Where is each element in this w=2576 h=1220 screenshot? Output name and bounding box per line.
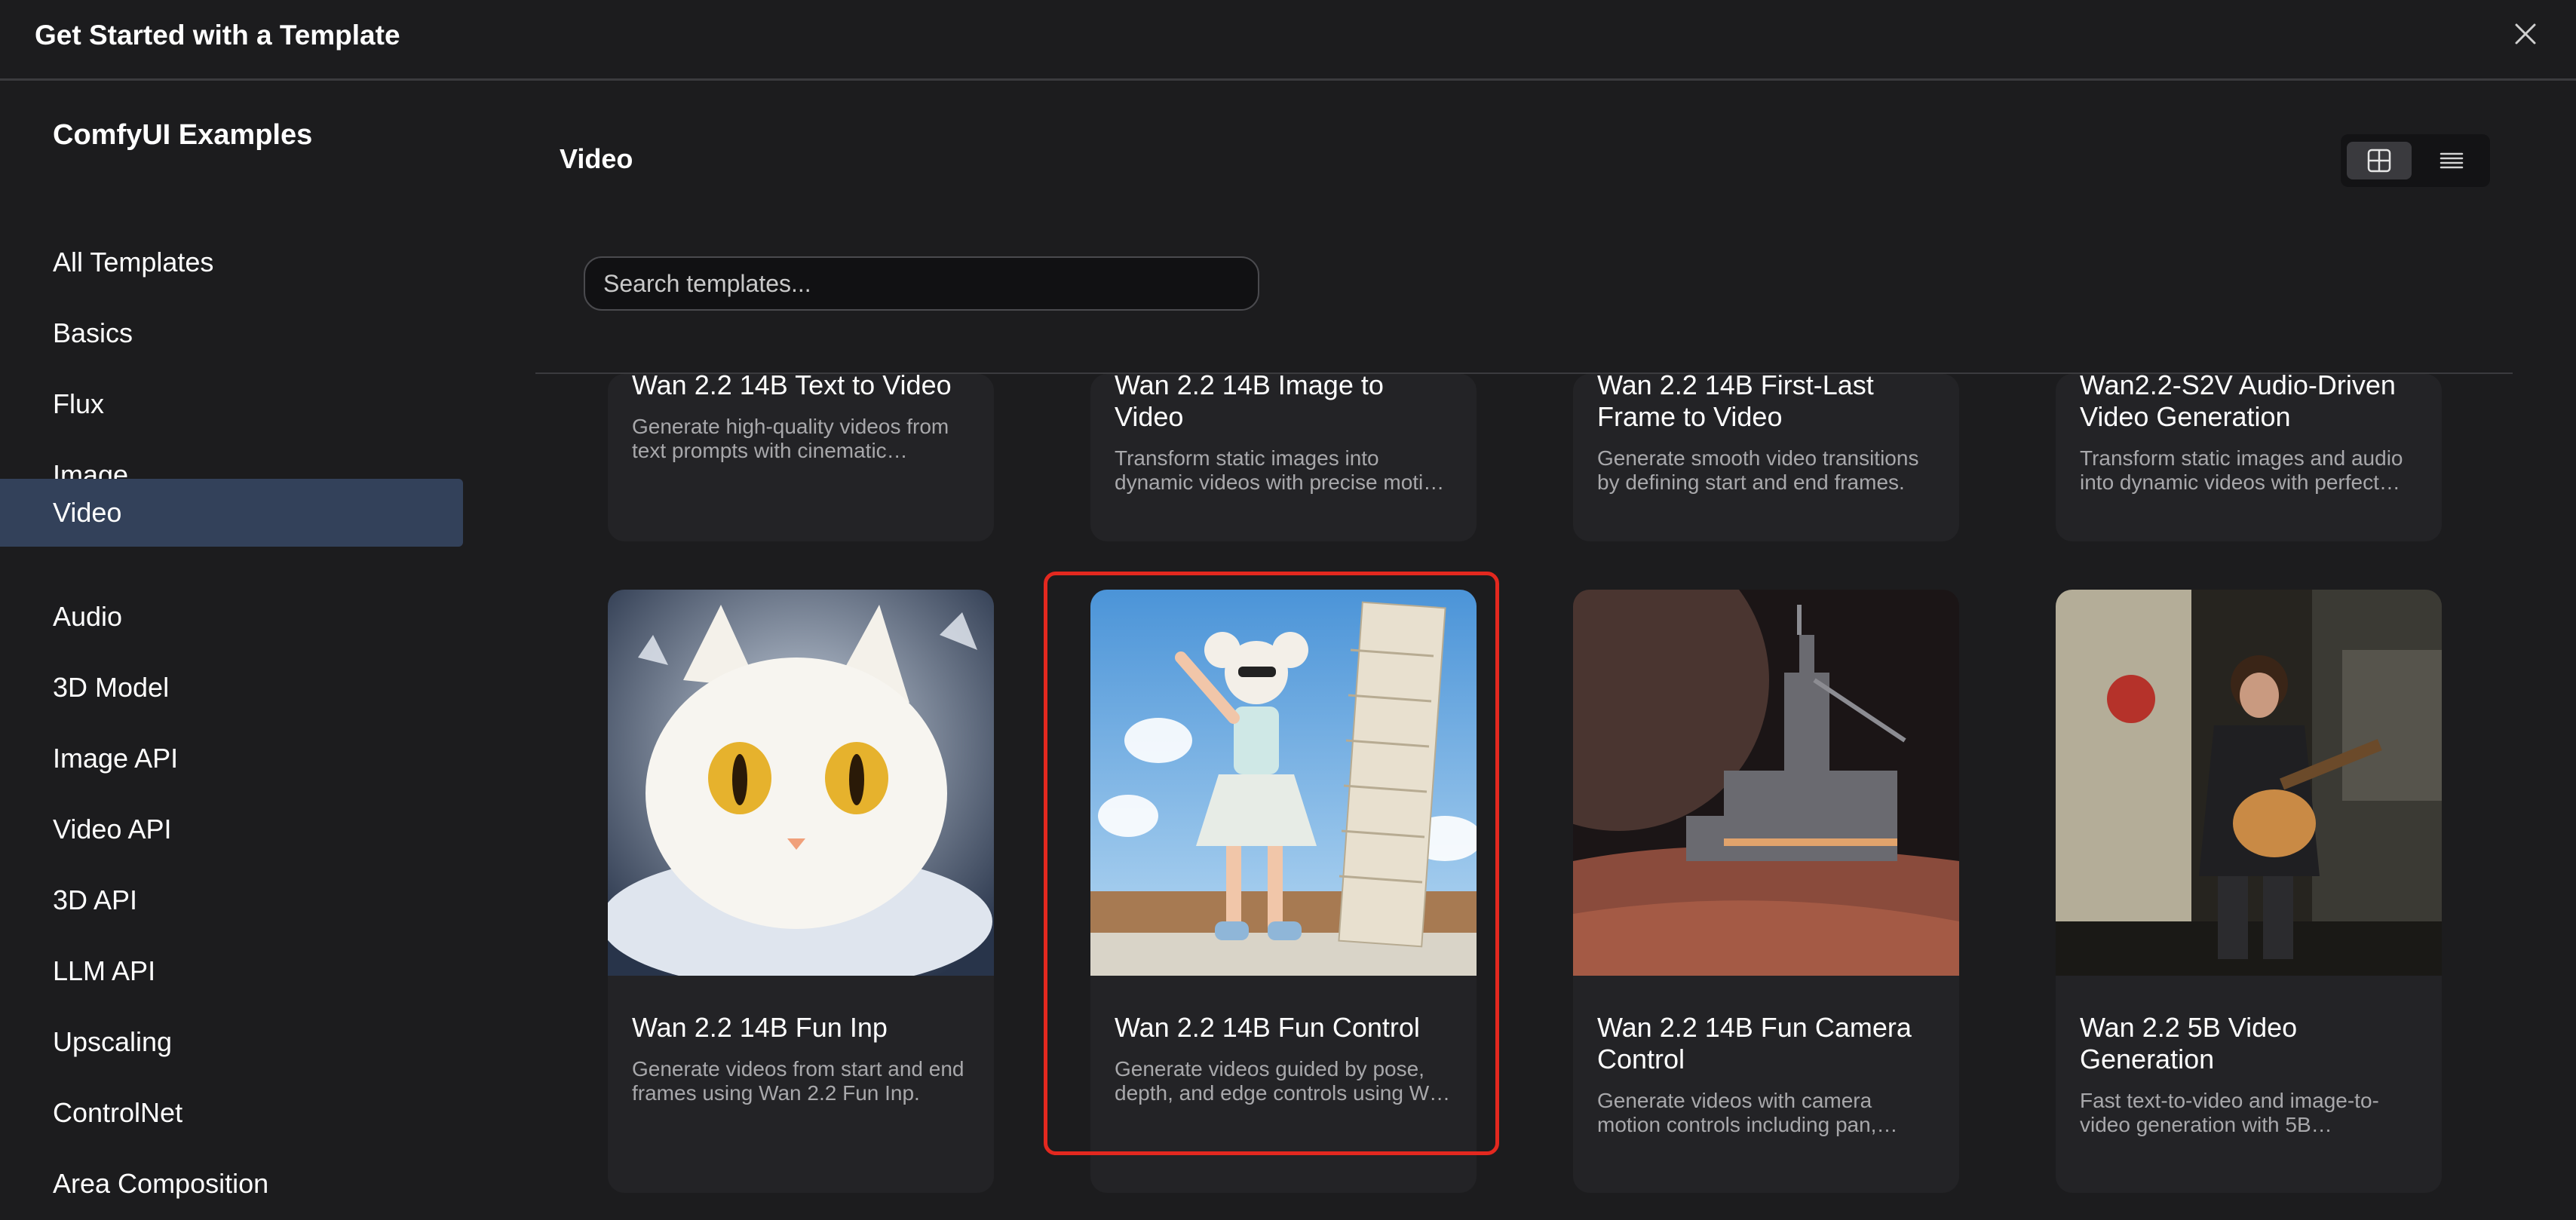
sidebar-item-video-api[interactable]: Video API — [0, 795, 463, 863]
template-card-wan-fun-inp[interactable]: Wan 2.2 14B Fun Inp Generate videos from… — [608, 590, 994, 1193]
sidebar-item-label: Video API — [53, 814, 172, 844]
sidebar-item-upscaling[interactable]: Upscaling — [0, 1008, 463, 1076]
card-description: Generate videos guided by pose, depth, a… — [1115, 1057, 1451, 1105]
view-toggle — [2341, 134, 2490, 187]
sidebar-title: ComfyUI Examples — [53, 119, 313, 151]
sidebar-item-label: Area Composition — [53, 1168, 269, 1199]
thumbnail-image — [1573, 590, 1959, 976]
sidebar-item-image-api[interactable]: Image API — [0, 725, 463, 792]
template-card-wan-fun-camera[interactable]: Wan 2.2 14B Fun Camera Control Generate … — [1573, 590, 1959, 1193]
card-description: Transform static images into dynamic vid… — [1115, 446, 1445, 494]
sidebar-item-label: Image API — [53, 743, 179, 774]
template-card-wan-i2v[interactable]: Wan 2.2 14B Image to Video Transform sta… — [1090, 374, 1477, 541]
sidebar-item-3d-api[interactable]: 3D API — [0, 866, 463, 934]
template-card-wan-t2v[interactable]: Wan 2.2 14B Text to Video Generate high-… — [608, 374, 994, 541]
list-icon — [2440, 152, 2464, 169]
card-description: Transform static images and audio into d… — [2080, 446, 2403, 494]
card-description: Generate videos with camera motion contr… — [1597, 1089, 1898, 1136]
card-body: Wan2.2-S2V Audio-Driven Video Generation… — [2080, 374, 2418, 495]
template-dialog: Get Started with a Template ComfyUI Exam… — [0, 0, 2576, 1220]
close-button[interactable] — [2508, 17, 2543, 51]
sidebar: ComfyUI Examples All Templates Basics Fl… — [0, 83, 463, 1220]
sidebar-item-all-templates[interactable]: All Templates — [0, 228, 463, 296]
grid-view-button[interactable] — [2347, 142, 2412, 179]
sidebar-item-audio[interactable]: Audio — [0, 583, 463, 651]
list-view-button[interactable] — [2419, 142, 2484, 179]
card-body: Wan 2.2 5B Video Generation Fast text-to… — [2080, 1012, 2418, 1137]
card-title: Wan 2.2 14B Fun Inp — [632, 1012, 888, 1043]
card-title: Wan 2.2 14B First-Last Frame to Video — [1597, 374, 1874, 432]
sidebar-item-label: Basics — [53, 317, 133, 348]
thumbnail-image — [608, 590, 994, 976]
card-title: Wan2.2-S2V Audio-Driven Video Generation — [2080, 374, 2396, 432]
card-body: Wan 2.2 14B Text to Video Generate high-… — [632, 374, 970, 463]
card-title: Wan 2.2 5B Video Generation — [2080, 1012, 2298, 1074]
template-card-wan-flf2v[interactable]: Wan 2.2 14B First-Last Frame to Video Ge… — [1573, 374, 1959, 541]
sidebar-item-llm-api[interactable]: LLM API — [0, 937, 463, 1005]
grid-icon — [2367, 149, 2391, 173]
sidebar-item-label: Audio — [53, 601, 123, 632]
card-description: Generate smooth video transitions by def… — [1597, 446, 1919, 494]
sidebar-item-3d-model[interactable]: 3D Model — [0, 654, 463, 722]
sidebar-item-area-composition[interactable]: Area Composition — [0, 1150, 463, 1218]
sidebar-item-label: Upscaling — [53, 1026, 173, 1057]
card-title: Wan 2.2 14B Fun Camera Control — [1597, 1012, 1912, 1074]
template-grid[interactable]: Wan 2.2 14B Text to Video Generate high-… — [535, 374, 2513, 1220]
card-title: Wan 2.2 14B Text to Video — [632, 374, 952, 400]
sidebar-item-label: LLM API — [53, 955, 156, 986]
sidebar-item-label: Video — [53, 497, 122, 528]
sidebar-item-basics[interactable]: Basics — [0, 299, 463, 367]
template-card-wan-5b[interactable]: Wan 2.2 5B Video Generation Fast text-to… — [2056, 590, 2442, 1193]
card-body: Wan 2.2 14B Fun Control Generate videos … — [1115, 1012, 1452, 1105]
card-body: Wan 2.2 14B Image to Video Transform sta… — [1115, 374, 1452, 495]
card-title: Wan 2.2 14B Fun Control — [1115, 1012, 1420, 1043]
thumbnail-image — [2056, 590, 2442, 976]
sidebar-item-flux[interactable]: Flux — [0, 370, 463, 438]
sidebar-item-label: 3D Model — [53, 672, 170, 703]
section-heading: Video — [560, 143, 633, 174]
sidebar-item-controlnet[interactable]: ControlNet — [0, 1079, 463, 1147]
sidebar-item-video[interactable]: Video — [0, 479, 463, 547]
dialog-title: Get Started with a Template — [35, 20, 400, 51]
card-description: Fast text-to-video and image-to-video ge… — [2080, 1089, 2379, 1136]
sidebar-item-label: Flux — [53, 388, 105, 419]
template-card-wan-fun-control[interactable]: Wan 2.2 14B Fun Control Generate videos … — [1090, 590, 1477, 1193]
sidebar-item-label: 3D API — [53, 884, 138, 915]
template-card-wan-s2v[interactable]: Wan2.2-S2V Audio-Driven Video Generation… — [2056, 374, 2442, 541]
card-body: Wan 2.2 14B Fun Camera Control Generate … — [1597, 1012, 1935, 1137]
thumbnail-image — [1090, 590, 1477, 976]
card-description: Generate high-quality videos from text p… — [632, 415, 949, 462]
card-description: Generate videos from start and end frame… — [632, 1057, 964, 1105]
card-title: Wan 2.2 14B Image to Video — [1115, 374, 1384, 432]
dialog-header: Get Started with a Template — [0, 0, 2576, 81]
card-body: Wan 2.2 14B First-Last Frame to Video Ge… — [1597, 374, 1935, 495]
search-input[interactable] — [584, 256, 1259, 311]
close-icon — [2515, 23, 2536, 44]
card-body: Wan 2.2 14B Fun Inp Generate videos from… — [632, 1012, 970, 1105]
sidebar-item-label: ControlNet — [53, 1097, 183, 1128]
sidebar-item-label: All Templates — [53, 247, 214, 277]
